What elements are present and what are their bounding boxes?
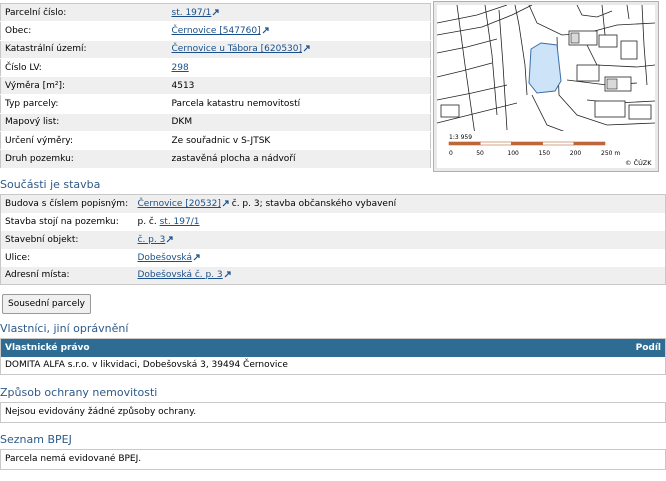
parcel-row-label: Parcelní číslo: — [0, 3, 168, 23]
ulice-link[interactable]: Dobešovská — [138, 253, 200, 263]
parcel-row: Výměra [m²]: 4513 — [0, 76, 431, 96]
ulice-label: Ulice: — [0, 248, 134, 267]
parcel-row-value: DKM — [167, 113, 431, 133]
external-link-icon — [222, 200, 229, 207]
scale-tick-label: 50 — [476, 150, 484, 157]
parcel-row-link[interactable]: Černovice u Tábora [620530] — [172, 44, 311, 54]
parcel-row-value: zastavěná plocha a nádvoří — [167, 149, 431, 169]
parcel-row-value: Ze souřadnic v S-JTSK — [167, 131, 431, 151]
external-link-icon — [224, 271, 231, 278]
parcel-row-label: Obec: — [0, 21, 168, 41]
parcel-row-label: Mapový list: — [0, 113, 168, 133]
owners-section-title: Vlastníci, jiní oprávnění — [0, 322, 129, 335]
adresni-link[interactable]: Dobešovská č. p. 3 — [138, 270, 231, 280]
parcel-row: Obec: Černovice [547760] — [0, 21, 431, 41]
parcel-row-label: Katastrální území: — [0, 40, 168, 59]
parcel-row-link[interactable]: Černovice [547760] — [172, 26, 269, 36]
budova-description: č. p. 3; stavba občanského vybavení — [228, 198, 397, 209]
external-link-icon — [212, 9, 219, 16]
parcel-row: Katastrální území: Černovice u Tábora [62… — [0, 40, 431, 59]
parcel-row-value: 4513 — [167, 76, 431, 96]
external-link-icon — [166, 235, 173, 242]
scale-tick-label: 200 — [570, 150, 582, 157]
scale-tick-label: 100 — [507, 150, 519, 157]
scale-segment — [479, 141, 512, 146]
parcel-info-table: Parcelní číslo: st. 197/1 Obec: Černovice [… — [0, 3, 431, 169]
parcel-row-value: Parcela katastru nemovitostí — [167, 94, 431, 114]
objekt-label: Stavební objekt: — [0, 230, 134, 249]
building-row-adresni: Adresní místa: Dobešovská č. p. 3 — [0, 266, 666, 285]
building-row-ulice: Ulice: Dobešovská — [0, 248, 666, 267]
scale-tick-label: 150 — [539, 150, 551, 157]
map-scale-label: 1:3 959 — [449, 134, 472, 141]
stavba-link[interactable]: st. 197/1 — [160, 217, 200, 227]
scale-tick-label: 0 — [449, 150, 453, 157]
parcel-row: Typ parcely: Parcela katastru nemovitostí — [0, 94, 431, 114]
parcel-row: Číslo LV: 298 — [0, 58, 431, 78]
stavba-label: Stavba stojí na pozemku: — [0, 212, 134, 231]
parcel-row-label: Typ parcely: — [0, 94, 168, 114]
parcel-row-label: Výměra [m²]: — [0, 76, 168, 96]
protection-box: Nejsou evidovány žádné způsoby ochrany. — [0, 402, 666, 423]
parcel-row: Parcelní číslo: st. 197/1 — [0, 3, 431, 23]
parcel-row: Druh pozemku: zastavěná plocha a nádvoří — [0, 149, 431, 169]
parcel-row-link[interactable]: 298 — [172, 63, 189, 73]
scale-tick-label: 250 m — [601, 150, 620, 157]
parcel-row-label: Číslo LV: — [0, 58, 168, 78]
parcel-row: Určení výměry: Ze souřadnic v S-JTSK — [0, 131, 431, 151]
highlighted-parcel — [528, 42, 562, 94]
scale-segment — [448, 141, 481, 146]
adresni-label: Adresní místa: — [0, 266, 134, 285]
scale-segment — [511, 141, 543, 146]
external-link-icon — [193, 253, 200, 260]
external-link-icon — [303, 45, 310, 52]
building-row-budova: Budova s číslem popisným: Černovice [205… — [0, 194, 666, 213]
scale-segment — [573, 141, 606, 146]
map-canvas[interactable]: 1:3 959 0 50 100 150 200 250 m © ČÚZK — [437, 5, 655, 168]
owners-col-share: Podíl — [487, 338, 666, 357]
map-copyright: © ČÚZK — [625, 158, 652, 167]
bpej-section-title: Seznam BPEJ — [0, 433, 72, 446]
stavba-prefix: p. č. — [137, 216, 160, 227]
owners-table: Vlastnické právo Podíl DOMITA ALFA s.r.o… — [0, 338, 666, 375]
neighbor-parcels-button[interactable]: Sousední parcely — [2, 294, 91, 314]
parcel-row-label: Určení výměry: — [0, 131, 168, 151]
building-row-stavba: Stavba stojí na pozemku: p. č. st. 197/1 — [0, 212, 666, 231]
building-row-objekt: Stavební objekt: č. p. 3 — [0, 230, 666, 249]
parcel-row-link[interactable]: st. 197/1 — [172, 8, 220, 18]
building-info-table: Budova s číslem popisným: Černovice [205… — [0, 194, 666, 285]
objekt-link[interactable]: č. p. 3 — [138, 235, 174, 245]
parcel-row: Mapový list: DKM — [0, 113, 431, 133]
bpej-box: Parcela nemá evidované BPEJ. — [0, 449, 666, 470]
external-link-icon — [262, 27, 269, 34]
parcel-row-label: Druh pozemku: — [0, 149, 168, 169]
scale-segment — [542, 141, 575, 146]
protection-section-title: Způsob ochrany nemovitosti — [0, 386, 158, 399]
table-row: DOMITA ALFA s.r.o. v likvidaci, Dobešovs… — [0, 356, 666, 375]
building-section-title: Součásti je stavba — [0, 178, 101, 191]
building-label: Budova s číslem popisným: — [0, 194, 134, 213]
owners-col-right-type: Vlastnické právo — [0, 338, 488, 357]
budova-link[interactable]: Černovice [20532] — [138, 199, 229, 209]
owner-entry: DOMITA ALFA s.r.o. v likvidaci, Dobešovs… — [0, 356, 666, 375]
cadastral-map-preview[interactable]: 1:3 959 0 50 100 150 200 250 m © ČÚZK — [433, 1, 659, 172]
